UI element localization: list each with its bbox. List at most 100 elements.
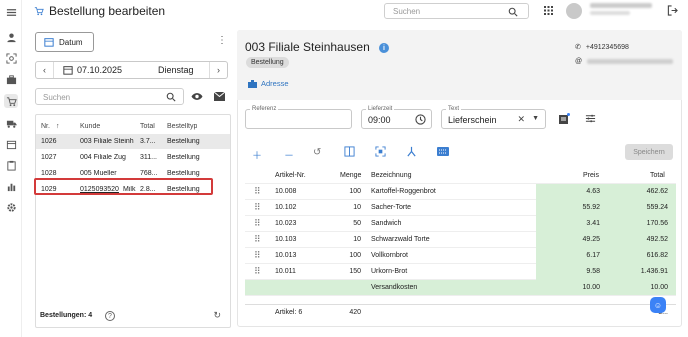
chevron-down-icon[interactable]: ▼ xyxy=(532,115,539,122)
truck-icon[interactable] xyxy=(4,116,18,130)
shipping-preis: 10.00 xyxy=(582,284,600,291)
scan-icon[interactable] xyxy=(4,51,18,65)
add-icon[interactable]: ＋ xyxy=(252,147,262,162)
help-icon[interactable]: ? xyxy=(105,311,115,321)
text-select[interactable]: Text Lieferschein ✕ ▼ xyxy=(441,106,546,129)
table-row[interactable]: ⠿ 10.013 100 Vollkornbrot 6.17 616.82 xyxy=(245,248,676,264)
keyboard-icon[interactable] xyxy=(437,147,449,159)
col-artikel-nr[interactable]: Artikel-Nr. xyxy=(275,172,306,179)
apps-grid-icon[interactable] xyxy=(544,6,553,17)
table-row[interactable]: 1027 004 Filiale Zug 311... Bestellung xyxy=(36,150,230,165)
shipping-row[interactable]: Versandkosten 10.00 10.00 xyxy=(245,280,676,296)
date-navigator: ‹ 07.10.2025 Dienstag › xyxy=(35,61,228,79)
drag-handle-icon[interactable]: ⠿ xyxy=(254,186,261,197)
building-icon xyxy=(248,79,257,88)
phone-value[interactable]: +4912345698 xyxy=(586,44,629,51)
order-search-input[interactable]: Suchen xyxy=(35,88,184,105)
date-value[interactable]: 07.10.2025 xyxy=(77,65,122,75)
referenz-label: Referenz xyxy=(250,106,279,112)
cell-artikel-nr: 10.011 xyxy=(275,268,296,275)
cart-icon[interactable] xyxy=(4,94,18,108)
cell-menge: 150 xyxy=(349,268,361,275)
mail-icon[interactable] xyxy=(213,91,226,103)
clear-icon[interactable]: ✕ xyxy=(517,114,525,125)
drag-handle-icon[interactable]: ⠿ xyxy=(254,218,261,229)
cell-artikel-nr: 10.008 xyxy=(275,188,297,195)
briefcase-icon[interactable] xyxy=(4,72,18,86)
cell-preis: 3.41 xyxy=(586,220,600,227)
table-row[interactable]: ⠿ 10.102 10 Sacher-Torte 55.92 559.24 xyxy=(245,200,676,216)
cell-preis: 4.63 xyxy=(586,188,600,195)
cell-bezeichnung: Sacher-Torte xyxy=(371,204,412,211)
col-kunde[interactable]: Kunde xyxy=(80,123,100,130)
split-view-icon[interactable] xyxy=(344,146,355,160)
prev-day-button[interactable]: ‹ xyxy=(36,62,54,78)
col-bezeichnung[interactable]: Bezeichnung xyxy=(371,172,411,179)
cell-menge: 100 xyxy=(349,252,361,259)
col-bestelltyp[interactable]: Bestelltyp xyxy=(167,123,197,130)
datum-button[interactable]: Datum xyxy=(35,32,94,52)
cell-menge: 10 xyxy=(353,204,361,211)
customer-title: 003 Filiale Steinhausen xyxy=(245,40,370,54)
global-search-input[interactable]: Suchen xyxy=(384,3,529,19)
calendar-icon xyxy=(44,38,54,47)
phone-row: ✆ +4912345698 xyxy=(575,43,629,51)
cell-total: 559.24 xyxy=(646,204,668,211)
merge-icon[interactable] xyxy=(406,146,417,160)
items-header: Artikel-Nr. Menge Bezeichnung Preis Tota… xyxy=(245,168,676,184)
chart-icon[interactable] xyxy=(4,179,18,193)
drag-handle-icon[interactable]: ⠿ xyxy=(254,266,261,277)
search-icon xyxy=(166,92,176,102)
table-row[interactable]: 1026 003 Filiale Steinh 3.7... Bestellun… xyxy=(36,134,230,149)
col-menge[interactable]: Menge xyxy=(340,172,361,179)
calendar-icon[interactable] xyxy=(4,137,18,151)
col-nr[interactable]: Nr. xyxy=(41,123,50,130)
remove-icon[interactable]: － xyxy=(284,147,294,162)
search-placeholder: Suchen xyxy=(393,7,421,16)
notes-icon[interactable] xyxy=(558,113,570,127)
table-header: Nr. ↑ Kunde Total Bestelltyp xyxy=(36,119,230,134)
cell-total: 1.436.91 xyxy=(640,268,668,275)
col-total[interactable]: Total xyxy=(140,123,155,130)
user-name xyxy=(590,3,652,8)
person-icon[interactable] xyxy=(4,30,18,44)
menu-icon[interactable] xyxy=(4,5,18,19)
drag-handle-icon[interactable]: ⠿ xyxy=(254,250,261,261)
logout-icon[interactable] xyxy=(667,5,678,18)
history-icon[interactable]: ↺ xyxy=(313,147,321,158)
clipboard-icon[interactable] xyxy=(4,158,18,172)
cell-preis: 49.25 xyxy=(582,236,600,243)
clock-icon[interactable] xyxy=(415,114,426,125)
cell-preis: 6.17 xyxy=(586,252,600,259)
cell-kunde: 003 Filiale Steinh xyxy=(80,138,134,145)
page-title: Bestellung bearbeiten xyxy=(49,4,166,18)
drag-handle-icon[interactable]: ⠿ xyxy=(254,202,261,213)
tune-icon[interactable] xyxy=(585,113,596,126)
lieferzeit-field[interactable]: Lieferzeit 09:00 xyxy=(361,106,432,129)
eye-icon[interactable] xyxy=(191,92,203,103)
sort-up-icon[interactable]: ↑ xyxy=(56,123,60,130)
col-preis[interactable]: Preis xyxy=(583,172,599,179)
assistant-button[interactable]: ☺ xyxy=(650,297,666,313)
table-row[interactable]: ⠿ 10.008 100 Kartoffel-Roggenbrot 4.63 4… xyxy=(245,184,676,200)
cell-total: 492.52 xyxy=(646,236,668,243)
table-row[interactable]: ⠿ 10.011 150 Urkorn-Brot 9.58 1.436.91 xyxy=(245,264,676,280)
save-button[interactable]: Speichern xyxy=(625,144,673,160)
table-row[interactable]: ⠿ 10.103 10 Schwarzwald Torte 49.25 492.… xyxy=(245,232,676,248)
settings-icon[interactable] xyxy=(4,200,18,214)
next-day-button[interactable]: › xyxy=(209,62,227,78)
avatar[interactable] xyxy=(566,3,582,19)
email-value[interactable] xyxy=(587,58,674,64)
qr-scan-icon[interactable] xyxy=(375,146,386,160)
more-menu-icon[interactable]: ⋮ xyxy=(217,36,227,46)
cell-total: 311... xyxy=(140,154,157,161)
lieferzeit-value: 09:00 xyxy=(368,115,391,125)
address-link[interactable]: Adresse xyxy=(248,79,289,88)
table-row[interactable]: ⠿ 10.023 50 Sandwich 3.41 170.56 xyxy=(245,216,676,232)
col-total[interactable]: Total xyxy=(650,172,665,179)
drag-handle-icon[interactable]: ⠿ xyxy=(254,234,261,245)
referenz-field[interactable]: Referenz xyxy=(245,106,352,129)
info-icon[interactable]: i xyxy=(379,43,389,53)
address-label: Adresse xyxy=(261,79,289,88)
refresh-icon[interactable]: ↻ xyxy=(213,310,221,321)
